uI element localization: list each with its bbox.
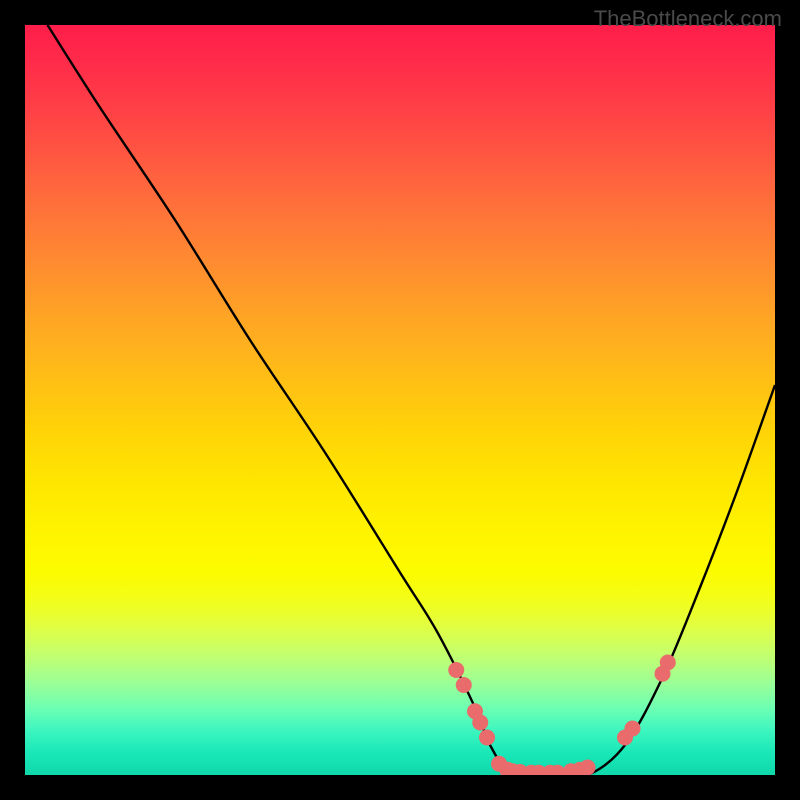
watermark-text: TheBottleneck.com: [594, 6, 782, 32]
gradient-background: [25, 25, 775, 775]
plot-area: [25, 25, 775, 775]
